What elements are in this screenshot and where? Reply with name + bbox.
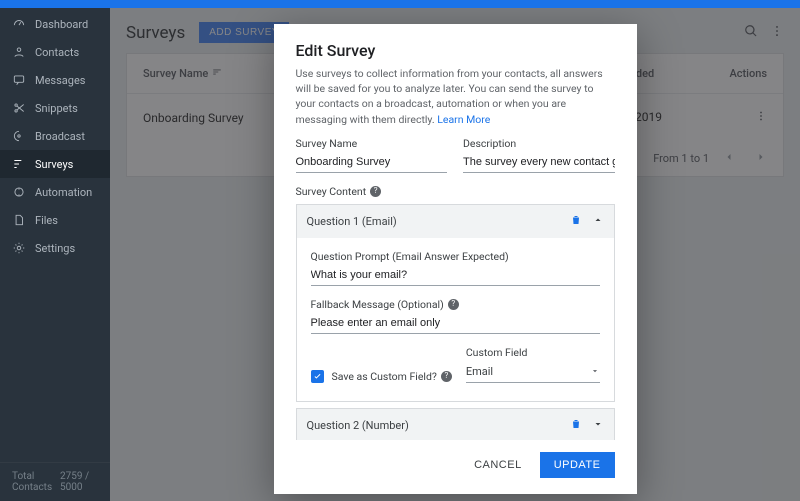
sidebar-item-label: Files [35,214,58,227]
survey-content-label: Survey Content? [296,185,615,198]
chat-icon [12,73,26,87]
gauge-icon [12,17,26,31]
sidebar-item-broadcast[interactable]: Broadcast [0,122,110,150]
chevron-up-icon[interactable] [592,214,604,229]
question-2-header[interactable]: Question 2 (Number) [297,409,614,440]
sidebar-item-snippets[interactable]: Snippets [0,94,110,122]
update-button[interactable]: UPDATE [540,452,615,478]
sidebar-item-dashboard[interactable]: Dashboard [0,10,110,38]
modal-overlay[interactable]: Edit Survey Use surveys to collect infor… [110,8,800,501]
survey-description-label: Description [463,137,615,150]
automation-icon [12,185,26,199]
gear-icon [12,241,26,255]
sidebar-item-label: Surveys [35,158,73,171]
question-1-header[interactable]: Question 1 (Email) [297,205,614,238]
fallback-label: Fallback Message (Optional) ? [311,298,600,311]
sidebar-item-label: Contacts [35,46,79,59]
fallback-input[interactable] [311,314,600,334]
sidebar: Dashboard Contacts Messages Snippets Bro… [0,8,110,501]
custom-field-select[interactable]: Email [466,362,600,383]
edit-survey-dialog: Edit Survey Use surveys to collect infor… [274,24,637,494]
help-icon[interactable]: ? [448,299,459,310]
sidebar-item-contacts[interactable]: Contacts [0,38,110,66]
survey-name-label: Survey Name [296,137,448,150]
user-icon [12,45,26,59]
save-custom-field-label: Save as Custom Field? ? [332,370,452,383]
sidebar-item-label: Automation [35,186,92,199]
topbar [0,0,800,8]
question-card-1: Question 1 (Email) Question Prompt (Emai… [296,204,615,402]
help-icon[interactable]: ? [441,371,452,382]
help-icon[interactable]: ? [370,186,381,197]
sidebar-item-settings[interactable]: Settings [0,234,110,262]
survey-description-input[interactable] [463,153,615,173]
save-custom-field-checkbox[interactable] [311,370,324,383]
sidebar-item-label: Snippets [35,102,78,115]
sidebar-item-messages[interactable]: Messages [0,66,110,94]
sidebar-item-label: Messages [35,74,85,87]
chevron-down-icon[interactable] [592,418,604,433]
file-icon [12,213,26,227]
question-prompt-input[interactable] [311,266,600,286]
sidebar-item-files[interactable]: Files [0,206,110,234]
learn-more-link[interactable]: Learn More [437,113,490,126]
sidebar-item-surveys[interactable]: Surveys [0,150,110,178]
scissors-icon [12,101,26,115]
survey-icon [12,157,26,171]
footer-count: 2759 / 5000 [60,471,100,493]
question-card-2: Question 2 (Number) [296,408,615,440]
question-prompt-label: Question Prompt (Email Answer Expected) [311,250,600,263]
sidebar-item-label: Settings [35,242,75,255]
custom-field-label: Custom Field [466,346,600,359]
dialog-title: Edit Survey [296,41,615,60]
survey-name-input[interactable] [296,153,448,173]
sidebar-footer: Total Contacts 2759 / 5000 [0,462,110,501]
broadcast-icon [12,129,26,143]
dialog-description: Use surveys to collect information from … [296,66,615,127]
trash-icon[interactable] [570,418,582,433]
footer-label: Total Contacts [12,471,60,493]
trash-icon[interactable] [570,214,582,229]
sidebar-item-label: Broadcast [35,130,85,143]
sidebar-item-automation[interactable]: Automation [0,178,110,206]
content: Surveys ADD SURVEY Survey Name Date Adde… [110,8,800,501]
sidebar-item-label: Dashboard [35,18,88,31]
cancel-button[interactable]: CANCEL [470,452,526,478]
